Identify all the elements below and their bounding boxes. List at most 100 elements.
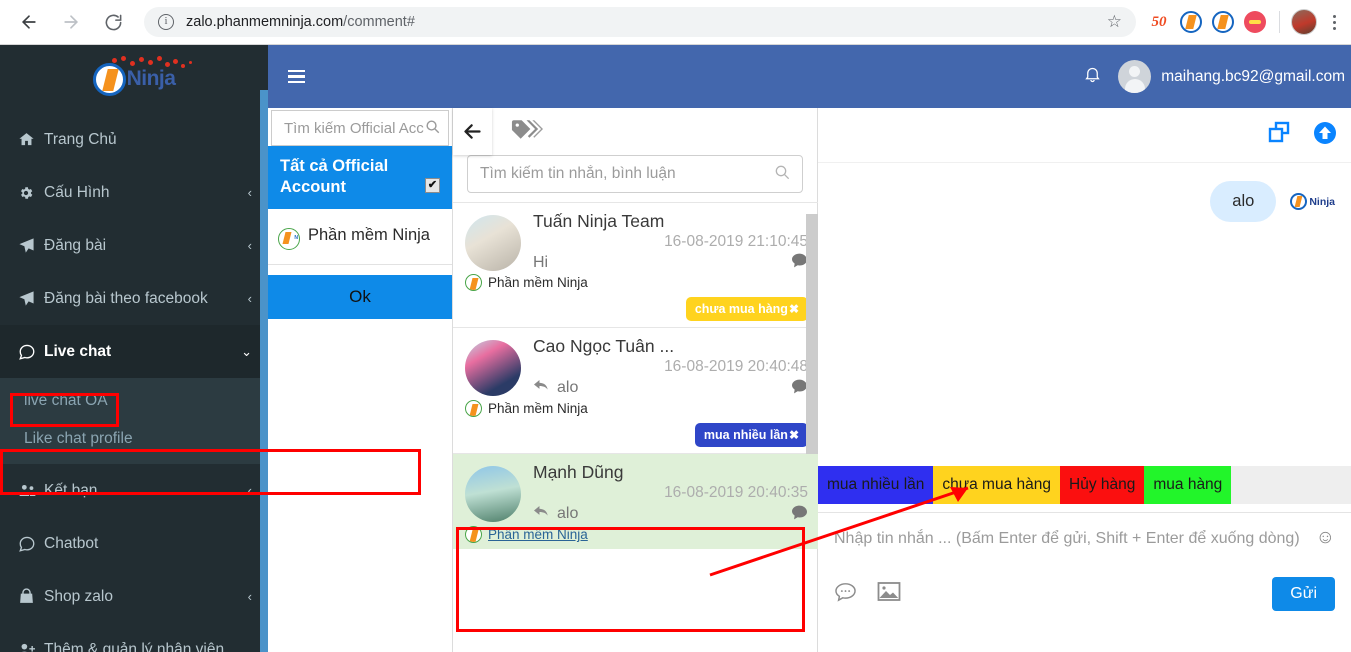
sidebar-item-ket-ban[interactable]: Kết bạn ‹ xyxy=(0,464,268,517)
tag-button-huy-hang[interactable]: Hủy hàng xyxy=(1060,466,1145,504)
50-coupon-extension-icon[interactable]: 50 xyxy=(1146,9,1172,35)
sidebar-item-label: Thêm & quản lý nhân viên xyxy=(44,640,225,652)
sidebar-scrollbar[interactable] xyxy=(260,45,268,652)
conversation-timestamp: 16-08-2019 20:40:35 xyxy=(664,484,808,501)
tags-icon[interactable] xyxy=(510,118,543,145)
address-bar[interactable]: i zalo.phanmemninja.com/comment# ☆ xyxy=(144,7,1136,37)
back-arrow-icon[interactable] xyxy=(453,108,492,155)
oa-search-box[interactable] xyxy=(271,110,449,146)
oa-account-item[interactable]: N Phần mềm Ninja xyxy=(268,209,452,266)
message-input[interactable]: Nhập tin nhắn ... (Bấm Enter để gửi, Shi… xyxy=(834,527,1306,551)
forward-arrow-icon[interactable] xyxy=(54,5,88,39)
oa-all-accounts-label: Tất cả Official Account xyxy=(280,157,389,196)
sidebar-item-label: Đăng bài theo facebook xyxy=(44,289,208,307)
ninja-logo-icon xyxy=(92,62,126,96)
tag-label: mua nhiều lần xyxy=(703,428,788,442)
image-icon[interactable] xyxy=(877,581,901,607)
sidebar-item-label: Cấu Hình xyxy=(44,183,110,201)
send-button[interactable]: Gửi xyxy=(1272,577,1335,611)
ninja-extension-icon[interactable] xyxy=(1178,9,1204,35)
search-input[interactable] xyxy=(480,165,774,183)
search-icon[interactable] xyxy=(774,164,790,185)
tag-button-chua-mua-hang[interactable]: chưa mua hàng xyxy=(933,466,1060,504)
sidebar-item-label: Đăng bài xyxy=(44,236,107,254)
conversation-tag[interactable]: chưa mua hàng ✖ xyxy=(685,297,808,321)
oa-all-checkbox[interactable]: ✔ xyxy=(425,178,440,193)
sidebar-item-dang-bai-theo-facebook[interactable]: Đăng bài theo facebook ‹ xyxy=(0,272,268,325)
conversation-name: Mạnh Dũng xyxy=(533,462,624,482)
extension-icons: 50 xyxy=(1146,9,1351,35)
sidebar-scrollbar-thumb[interactable] xyxy=(260,90,268,652)
gear-icon xyxy=(18,185,44,201)
sidebar-item-cau-hinh[interactable]: Cấu Hình ‹ xyxy=(0,166,268,219)
tag-button-mua-hang[interactable]: mua hàng xyxy=(1144,466,1232,504)
conversation-oa-name: Phần mềm Ninja xyxy=(488,275,588,290)
list-item[interactable]: Cao Ngọc Tuân ... 16-08-2019 20:40:48 al… xyxy=(453,327,818,453)
oa-search-input[interactable] xyxy=(284,119,435,137)
conversation-timestamp: 16-08-2019 21:10:45 xyxy=(664,233,808,250)
sidebar-item-label: Kết bạn xyxy=(44,481,98,499)
user-account-chip[interactable]: maihang.bc92@gmail.com xyxy=(1118,60,1345,93)
clone-windows-icon[interactable] xyxy=(1267,120,1293,151)
chevron-down-icon: ⌄ xyxy=(241,343,252,359)
avatar xyxy=(465,466,521,522)
chat-message: alo Ninja xyxy=(834,181,1335,222)
conversation-list-panel: Tuấn Ninja Team 16-08-2019 21:10:45 Hi P… xyxy=(453,108,818,652)
key-extension-icon[interactable] xyxy=(1242,9,1268,35)
ninja-extension-2-icon[interactable] xyxy=(1210,9,1236,35)
close-icon[interactable]: ✖ xyxy=(789,428,799,442)
conversation-preview: Hi xyxy=(533,253,549,271)
message-composer: Nhập tin nhắn ... (Bấm Enter để gửi, Shi… xyxy=(818,512,1351,652)
ninja-logo-icon xyxy=(465,526,482,543)
arrow-up-circle-icon[interactable] xyxy=(1313,121,1337,150)
conversation-name: Tuấn Ninja Team xyxy=(533,211,665,231)
chat-bubble-icon xyxy=(18,535,44,553)
submenu-item-label: live chat OA xyxy=(24,392,108,409)
sidebar-item-chatbot[interactable]: Chatbot xyxy=(0,517,268,570)
sidebar-item-dang-bai[interactable]: Đăng bài ‹ xyxy=(0,219,268,272)
oa-all-accounts-row[interactable]: Tất cả Official Account ✔ xyxy=(268,146,452,210)
reload-icon[interactable] xyxy=(96,5,130,39)
official-account-panel: Tất cả Official Account ✔ N Phần mềm Nin… xyxy=(268,108,453,652)
user-email-label: maihang.bc92@gmail.com xyxy=(1161,67,1345,85)
composer-input-row[interactable]: Nhập tin nhắn ... (Bấm Enter để gửi, Shi… xyxy=(834,527,1335,551)
live-chat-submenu: live chat OA Like chat profile xyxy=(0,378,268,464)
app-logo[interactable]: Ninja xyxy=(0,45,268,113)
bookmark-star-icon[interactable]: ☆ xyxy=(1107,12,1122,32)
hamburger-icon[interactable] xyxy=(268,69,324,84)
oa-ok-button[interactable]: Ok xyxy=(268,275,452,320)
conversation-oa-name[interactable]: Phần mềm Ninja xyxy=(488,527,588,542)
url-path: /comment# xyxy=(343,14,415,30)
chrome-menu-icon[interactable] xyxy=(1323,12,1345,33)
sidebar-item-trang-chu[interactable]: Trang Chủ xyxy=(0,113,268,166)
list-item[interactable]: Tuấn Ninja Team 16-08-2019 21:10:45 Hi P… xyxy=(453,202,818,327)
sidebar-item-like-chat-profile[interactable]: Like chat profile xyxy=(0,420,268,458)
sidebar-item-shop-zalo[interactable]: Shop zalo ‹ xyxy=(0,570,268,623)
list-item[interactable]: Mạnh Dũng 16-08-2019 20:40:35 alo Phần m… xyxy=(453,453,818,549)
conversation-list-toolbar xyxy=(453,108,817,155)
site-info-icon[interactable]: i xyxy=(158,14,174,30)
conversation-tag[interactable]: mua nhiều lần ✖ xyxy=(694,423,808,447)
search-icon[interactable] xyxy=(425,119,440,138)
sidebar-item-live-chat[interactable]: Live chat ⌄ xyxy=(0,325,268,378)
chrome-profile-avatar[interactable] xyxy=(1291,9,1317,35)
notification-bell-icon[interactable] xyxy=(1083,64,1102,90)
top-header-bar: maihang.bc92@gmail.com xyxy=(268,45,1351,108)
quick-reply-icon[interactable] xyxy=(834,582,857,607)
conversation-scroll-area[interactable]: Tuấn Ninja Team 16-08-2019 21:10:45 Hi P… xyxy=(453,202,818,652)
message-sender-avatar: Ninja xyxy=(1290,193,1335,210)
conversation-list-scrollbar[interactable] xyxy=(806,214,818,454)
conversation-oa-name: Phần mềm Ninja xyxy=(488,401,588,416)
comment-bubble-icon[interactable] xyxy=(791,505,808,524)
sidebar-item-label: Shop zalo xyxy=(44,587,113,605)
conversation-search-box[interactable] xyxy=(467,155,803,193)
sidebar-item-live-chat-oa[interactable]: live chat OA xyxy=(0,382,268,420)
ninja-logo-icon xyxy=(465,400,482,417)
shop-bag-icon xyxy=(18,588,44,605)
tag-button-mua-nhieu-lan[interactable]: mua nhiều lần xyxy=(818,466,934,504)
emoji-smiley-icon[interactable]: ☺ xyxy=(1316,527,1335,549)
back-arrow-icon[interactable] xyxy=(12,5,46,39)
close-icon[interactable]: ✖ xyxy=(789,302,799,316)
conversation-oa-row: Phần mềm Ninja xyxy=(465,526,808,543)
sidebar-item-them-quan-ly-nhan-vien[interactable]: Thêm & quản lý nhân viên xyxy=(0,623,268,652)
